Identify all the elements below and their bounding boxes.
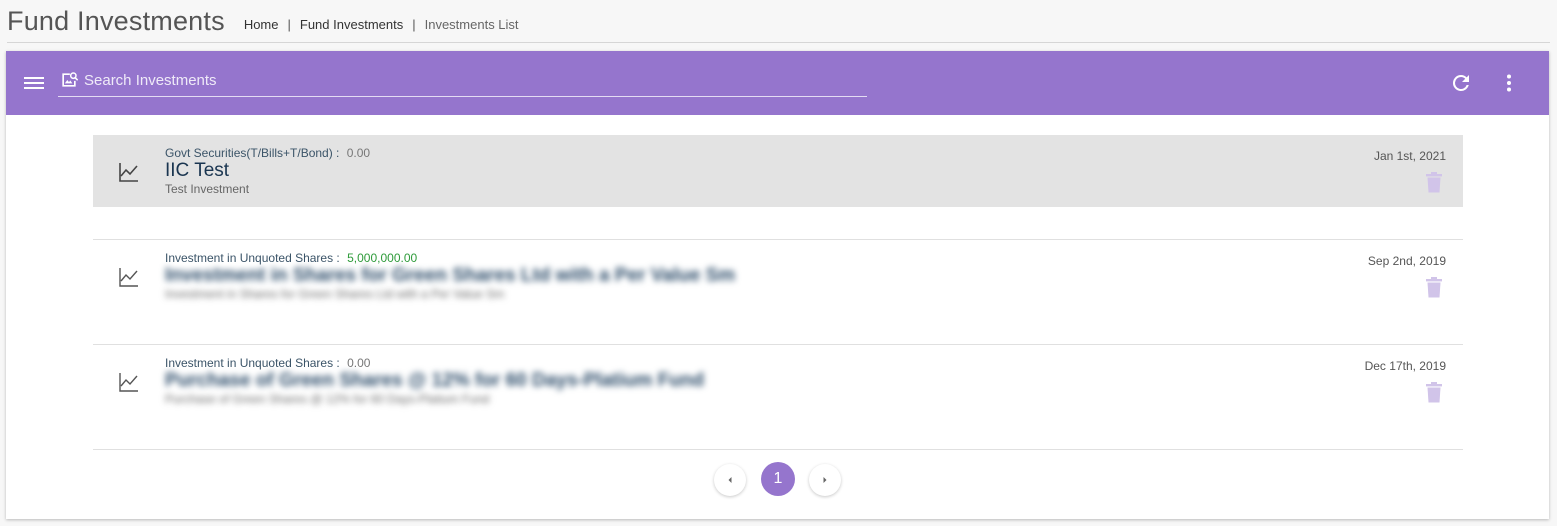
investment-category: Investment in Unquoted Shares : [165, 356, 340, 370]
pagination: 1 [6, 461, 1549, 501]
investment-item-body: Investment in Unquoted Shares : 5,000,00… [93, 240, 1463, 312]
image-search-icon [62, 72, 78, 87]
investment-subtitle: Test Investment [165, 182, 250, 196]
next-page-button[interactable] [809, 464, 841, 496]
more-vert-icon[interactable] [1497, 71, 1521, 95]
delete-icon[interactable] [1425, 172, 1443, 193]
investment-category-line: Investment in Unquoted Shares : 0.00 [165, 356, 370, 370]
investment-item-body: Investment in Unquoted Shares : 0.00 Pur… [93, 345, 1463, 417]
investment-subtitle: Investment in Shares for Green Shares Lt… [165, 287, 505, 301]
investment-item[interactable]: Investment in Unquoted Shares : 5,000,00… [93, 240, 1463, 345]
investment-item[interactable]: Govt Securities(T/Bills+T/Bond) : 0.00 I… [93, 135, 1463, 240]
investment-category-line: Govt Securities(T/Bills+T/Bond) : 0.00 [165, 146, 370, 160]
investment-date: Sep 2nd, 2019 [1367, 254, 1446, 268]
investment-item-body: Govt Securities(T/Bills+T/Bond) : 0.00 I… [93, 135, 1463, 207]
breadcrumb-home[interactable]: Home [244, 17, 279, 32]
investment-item[interactable]: Investment in Unquoted Shares : 0.00 Pur… [93, 345, 1463, 450]
investment-category: Govt Securities(T/Bills+T/Bond) : [165, 146, 340, 160]
toolbar [6, 51, 1549, 115]
breadcrumb-fund-investments[interactable]: Fund Investments [300, 17, 403, 32]
investment-amount: 5,000,000.00 [347, 251, 418, 265]
page-number-button[interactable]: 1 [761, 462, 795, 496]
investment-subtitle: Purchase of Green Shares @ 12% for 60 Da… [165, 392, 490, 406]
line-chart-icon [119, 268, 138, 287]
breadcrumb-separator: | [287, 17, 291, 32]
investments-list: Govt Securities(T/Bills+T/Bond) : 0.00 I… [93, 135, 1463, 450]
investment-title: Purchase of Green Shares @ 12% for 60 Da… [165, 370, 705, 391]
chevron-left-icon [728, 477, 732, 483]
prev-page-button[interactable] [714, 464, 746, 496]
delete-icon[interactable] [1425, 382, 1443, 403]
investment-title: Investment in Shares for Green Shares Lt… [165, 265, 736, 286]
refresh-icon[interactable] [1449, 71, 1473, 95]
investment-date: Dec 17th, 2019 [1364, 359, 1446, 373]
delete-icon[interactable] [1425, 277, 1443, 298]
investment-title: IIC Test [165, 160, 230, 181]
line-chart-icon [119, 373, 138, 392]
chevron-right-icon [823, 477, 827, 483]
search-field [58, 67, 867, 97]
line-chart-icon [119, 163, 138, 182]
investment-date: Jan 1st, 2021 [1373, 149, 1446, 163]
menu-icon[interactable] [22, 71, 46, 95]
investment-amount: 0.00 [347, 356, 371, 370]
investment-category: Investment in Unquoted Shares : [165, 251, 340, 265]
investment-amount: 0.00 [346, 146, 371, 160]
breadcrumb-separator: | [412, 17, 416, 32]
breadcrumb: Home | Fund Investments | Investments Li… [244, 17, 519, 32]
investment-category-line: Investment in Unquoted Shares : 5,000,00… [165, 251, 417, 265]
page-title: Fund Investments [7, 6, 225, 36]
search-input[interactable] [84, 68, 854, 92]
page-header: Fund Investments Home | Fund Investments… [0, 0, 1557, 43]
breadcrumb-investments-list: Investments List [424, 17, 519, 32]
investments-card: Govt Securities(T/Bills+T/Bond) : 0.00 I… [6, 51, 1549, 519]
